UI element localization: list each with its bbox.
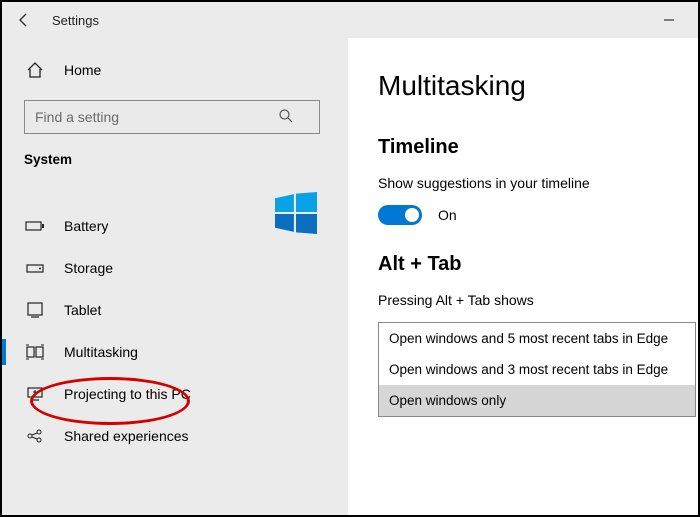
sidebar-item-shared[interactable]: Shared experiences (24, 415, 326, 457)
storage-icon (24, 261, 46, 275)
alttab-option[interactable]: Open windows and 3 most recent tabs in E… (379, 354, 695, 385)
sidebar-item-label: Shared experiences (64, 428, 189, 444)
alttab-dropdown[interactable]: Open windows and 5 most recent tabs in E… (378, 322, 696, 417)
sidebar-item-storage[interactable]: Storage (24, 247, 326, 289)
battery-icon (24, 219, 46, 233)
sidebar-item-multitasking[interactable]: Multitasking (24, 331, 326, 373)
back-button[interactable] (10, 6, 38, 34)
search-input[interactable] (24, 100, 320, 134)
timeline-heading: Timeline (378, 136, 698, 159)
alttab-option[interactable]: Open windows only (379, 385, 695, 416)
timeline-toggle-state: On (438, 207, 457, 223)
sidebar-item-label: Storage (64, 260, 113, 276)
sidebar-section-heading: System (24, 152, 326, 167)
shared-icon (24, 428, 46, 444)
project-icon (24, 386, 46, 402)
sidebar-item-label: Battery (64, 218, 108, 234)
window-title: Settings (52, 13, 99, 28)
search-icon (278, 108, 294, 127)
alttab-heading: Alt + Tab (378, 253, 698, 276)
windows-logo-icon (275, 192, 317, 234)
sidebar-item-tablet[interactable]: Tablet (24, 289, 326, 331)
sidebar-item-projecting[interactable]: Projecting to this PC (24, 373, 326, 415)
alttab-label: Pressing Alt + Tab shows (378, 292, 698, 308)
sidebar-item-label: Tablet (64, 302, 101, 318)
home-nav[interactable]: Home (24, 50, 326, 90)
home-label: Home (64, 62, 101, 78)
home-icon (24, 61, 46, 79)
timeline-toggle[interactable] (378, 205, 422, 225)
page-heading: Multitasking (378, 70, 698, 102)
sidebar-item-label: Projecting to this PC (64, 386, 191, 402)
sidebar-item-label: Multitasking (64, 344, 138, 360)
multitask-icon (24, 344, 46, 360)
tablet-icon (24, 302, 46, 318)
alttab-option[interactable]: Open windows and 5 most recent tabs in E… (379, 323, 695, 354)
timeline-label: Show suggestions in your timeline (378, 175, 698, 191)
minimize-button[interactable] (648, 6, 690, 34)
